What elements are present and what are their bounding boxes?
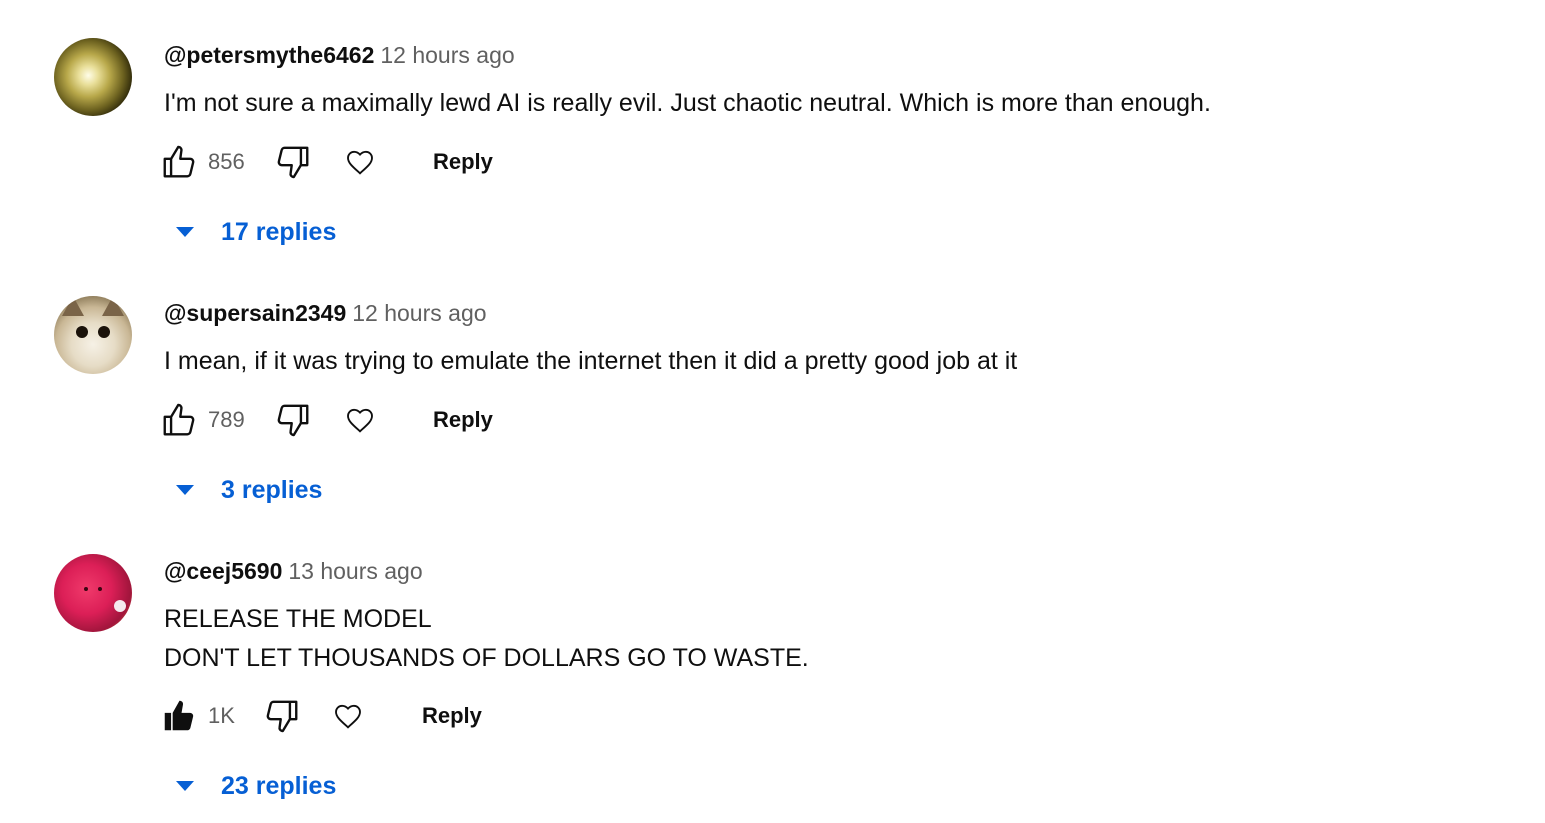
comment-text: I mean, if it was trying to emulate the … (164, 342, 1017, 381)
view-replies-button[interactable]: 17 replies (172, 212, 336, 252)
like-count: 1K (208, 703, 235, 728)
reply-button[interactable]: Reply (422, 700, 482, 732)
reply-button[interactable]: Reply (433, 404, 493, 436)
comment-author[interactable]: @ceej5690 (164, 558, 282, 584)
thumb-down-icon (274, 401, 312, 439)
dislike-button[interactable] (274, 400, 312, 440)
thumb-up-icon (160, 143, 198, 181)
heart-button[interactable] (332, 696, 364, 736)
comment-actions: 1K Reply (160, 696, 560, 736)
like-button[interactable]: 856 (160, 142, 245, 182)
caret-down-icon (176, 485, 194, 495)
comment-actions: 856 Reply (160, 142, 560, 182)
replies-count-label: 3 replies (221, 475, 323, 504)
like-button[interactable]: 1K (160, 696, 235, 736)
reply-button[interactable]: Reply (433, 146, 493, 178)
thumb-up-filled-icon (160, 697, 198, 735)
dislike-button[interactable] (274, 142, 312, 182)
comment-header: @petersmythe6462 12 hours ago (164, 42, 515, 69)
comment-text: RELEASE THE MODEL DON'T LET THOUSANDS OF… (164, 600, 809, 678)
thumb-down-icon (274, 143, 312, 181)
heart-icon (332, 700, 364, 732)
heart-button[interactable] (344, 142, 376, 182)
comment-timestamp[interactable]: 12 hours ago (352, 300, 486, 326)
comment-header: @supersain2349 12 hours ago (164, 300, 487, 327)
like-button[interactable]: 789 (160, 400, 245, 440)
replies-count-label: 23 replies (221, 771, 337, 800)
comment-actions: 789 Reply (160, 400, 560, 440)
view-replies-button[interactable]: 3 replies (172, 470, 322, 510)
caret-down-icon (176, 781, 194, 791)
thumb-up-icon (160, 401, 198, 439)
like-count: 789 (208, 407, 245, 432)
comment-header: @ceej5690 13 hours ago (164, 558, 423, 585)
comment-timestamp[interactable]: 12 hours ago (380, 42, 514, 68)
avatar[interactable] (54, 554, 132, 632)
comment-thread: @ceej5690 13 hours ago RELEASE THE MODEL … (0, 516, 1545, 800)
avatar[interactable] (54, 38, 132, 116)
comment-line: I'm not sure a maximally lewd AI is real… (164, 89, 1211, 117)
comment-thread: @supersain2349 12 hours ago I mean, if it… (0, 258, 1545, 516)
comment-line: I mean, if it was trying to emulate the … (164, 347, 1018, 375)
comment-author[interactable]: @petersmythe6462 (164, 42, 374, 68)
avatar[interactable] (54, 296, 132, 374)
caret-down-icon (176, 227, 194, 237)
dislike-button[interactable] (263, 696, 301, 736)
like-count: 856 (208, 149, 245, 174)
comment-timestamp[interactable]: 13 hours ago (288, 558, 422, 584)
heart-icon (344, 404, 376, 436)
heart-icon (344, 146, 376, 178)
comment-thread: @petersmythe6462 12 hours ago I'm not sur… (0, 0, 1545, 258)
replies-count-label: 17 replies (221, 217, 337, 246)
view-replies-button[interactable]: 23 replies (172, 766, 336, 806)
comment-text: I'm not sure a maximally lewd AI is real… (164, 84, 1211, 123)
thumb-down-icon (263, 697, 301, 735)
comment-line: RELEASE THE MODEL (164, 605, 432, 633)
comment-line: DON'T LET THOUSANDS OF DOLLARS GO TO WAS… (164, 644, 809, 672)
comment-author[interactable]: @supersain2349 (164, 300, 346, 326)
heart-button[interactable] (344, 400, 376, 440)
